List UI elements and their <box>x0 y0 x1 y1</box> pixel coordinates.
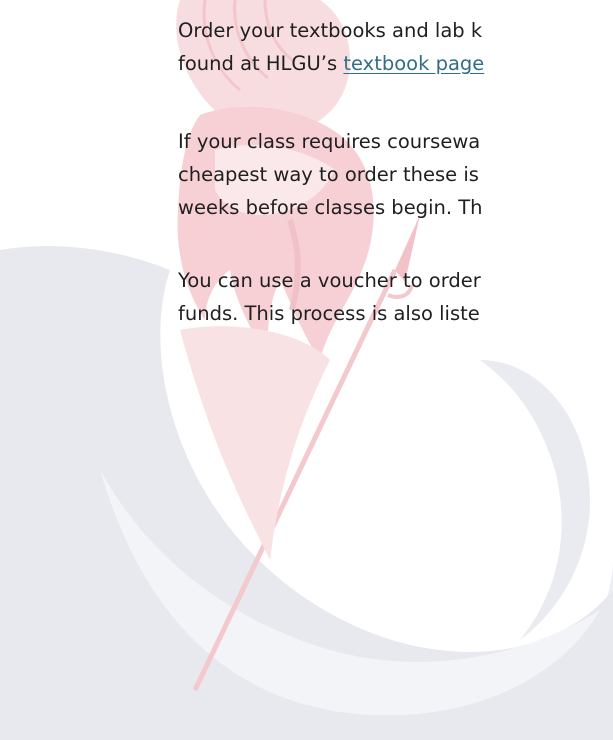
paragraph-line: funds. This process is also liste <box>178 302 480 325</box>
paragraph-text: found at HLGU’s <box>178 52 344 75</box>
paragraph-courseware: If your class requires coursewa cheapest… <box>178 125 483 224</box>
paragraph-line: Order your textbooks and lab k <box>178 19 483 42</box>
paragraph-textbooks: Order your textbooks and lab k found at … <box>178 14 484 80</box>
document-page: Order your textbooks and lab k found at … <box>0 0 613 740</box>
paragraph-line: If your class requires coursewa <box>178 130 481 153</box>
paragraph-line: cheapest way to order these is <box>178 163 479 186</box>
paragraph-voucher: You can use a voucher to order funds. Th… <box>178 264 481 330</box>
paragraph-line: weeks before classes begin. Th <box>178 196 483 219</box>
textbook-page-link[interactable]: textbook page <box>343 52 484 75</box>
paragraph-line: found at HLGU’s textbook page <box>178 47 484 80</box>
paragraph-line: You can use a voucher to order <box>178 269 481 292</box>
spartan-helmet-watermark-icon <box>0 0 613 740</box>
